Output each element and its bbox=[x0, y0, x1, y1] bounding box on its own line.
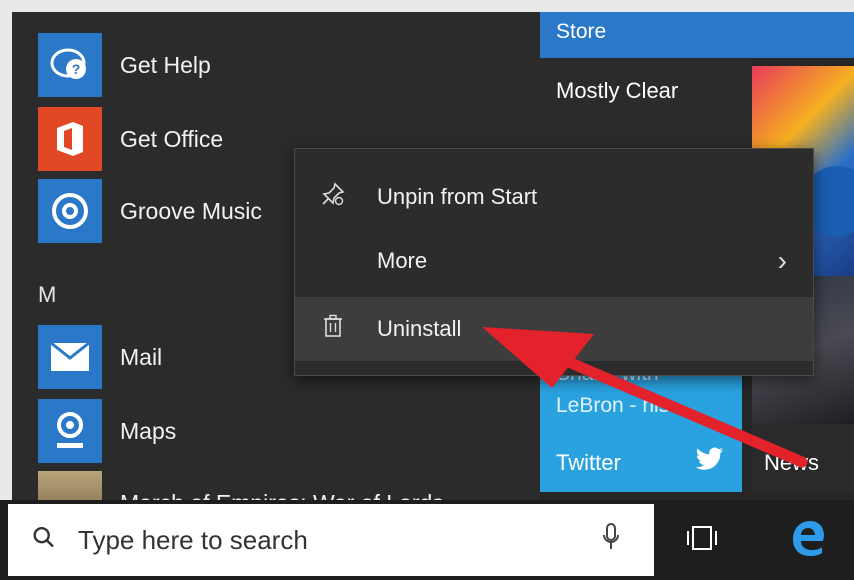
search-icon bbox=[26, 519, 68, 561]
edge-icon bbox=[789, 519, 827, 562]
search-box[interactable] bbox=[8, 504, 654, 576]
start-menu: ? Get Help Get Office Groove Music M Mai… bbox=[12, 12, 854, 580]
task-view-button[interactable] bbox=[676, 514, 728, 566]
annotation-arrow bbox=[482, 327, 808, 468]
taskbar bbox=[0, 500, 854, 580]
microphone-icon[interactable] bbox=[602, 523, 620, 557]
task-view-icon bbox=[685, 524, 719, 557]
edge-browser-button[interactable] bbox=[782, 514, 834, 566]
search-input[interactable] bbox=[78, 524, 578, 556]
